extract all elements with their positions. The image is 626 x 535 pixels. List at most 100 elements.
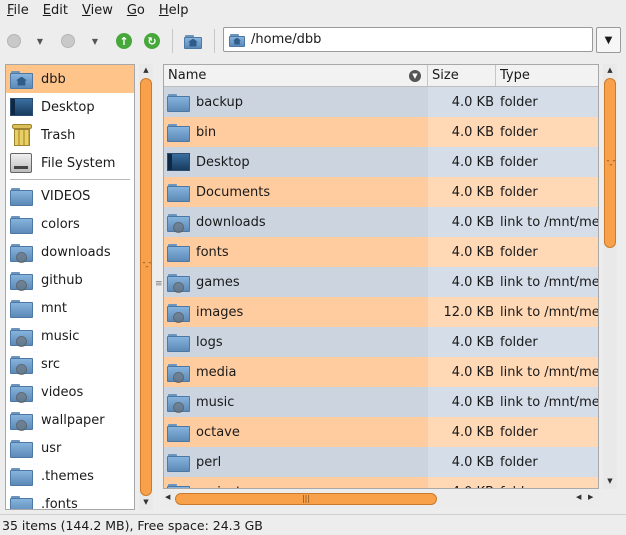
table-row[interactable]: Desktop 4.0 KB folder: [164, 147, 598, 177]
sidebar-item-dbb[interactable]: dbb: [6, 65, 134, 93]
sidebar-item-mnt[interactable]: mnt: [6, 294, 134, 322]
folder-link-icon: [10, 243, 33, 263]
menu-go[interactable]: Go: [120, 0, 152, 22]
table-row[interactable]: octave 4.0 KB folder: [164, 417, 598, 447]
back-history-button[interactable]: ▼: [34, 35, 46, 47]
reload-button[interactable]: ↻: [143, 32, 161, 50]
home-button[interactable]: [182, 31, 204, 51]
scroll-left-icon[interactable]: ◀: [165, 493, 170, 501]
menu-help-label: elp: [168, 3, 189, 18]
table-row[interactable]: images 12.0 KB link to /mnt/med: [164, 297, 598, 327]
sidebar-item-videos[interactable]: videos: [6, 378, 134, 406]
sidebar-item-label: wallpaper: [41, 412, 105, 428]
sidebar-item-file-system[interactable]: File System: [6, 149, 134, 177]
column-header-size[interactable]: Size: [428, 65, 496, 86]
scroll-up-icon[interactable]: ▲: [139, 64, 153, 76]
table-row[interactable]: games 4.0 KB link to /mnt/med: [164, 267, 598, 297]
file-list-scroll-thumb[interactable]: - - -: [604, 78, 616, 248]
sidebar-item-wallpaper[interactable]: wallpaper: [6, 406, 134, 434]
file-name: perl: [196, 454, 222, 470]
table-row[interactable]: perl 4.0 KB folder: [164, 447, 598, 477]
sidebar-item-github[interactable]: github: [6, 266, 134, 294]
sidebar-scrollbar[interactable]: ▲ - - - ▼: [139, 64, 153, 510]
file-name: octave: [196, 424, 240, 440]
forward-history-button[interactable]: ▼: [89, 35, 101, 47]
scroll-down-icon[interactable]: ▼: [139, 496, 153, 508]
location-dropdown-button[interactable]: ▼: [596, 27, 621, 53]
scroll-down-icon[interactable]: ▼: [603, 475, 617, 487]
table-row[interactable]: Documents 4.0 KB folder: [164, 177, 598, 207]
cell-size: 4.0 KB: [451, 424, 494, 440]
sidebar-bookmarks: VIDEOS colors downloads github mnt music src vi…: [6, 182, 134, 509]
sidebar-scroll-thumb[interactable]: - - -: [140, 78, 152, 496]
menu-edit[interactable]: Edit: [36, 0, 75, 22]
cell-name: projects: [164, 477, 428, 489]
cell-type: link to /mnt/med: [500, 394, 598, 410]
column-header-name[interactable]: Name ▼: [164, 65, 428, 86]
folder-body: [167, 485, 190, 488]
folder-icon: [167, 183, 190, 202]
file-rows: backup 4.0 KB folder bin 4.0 KB folder Desktop…: [164, 87, 598, 489]
cell-type: link to /mnt/med: [500, 364, 598, 380]
home-icon: [184, 34, 202, 49]
folder-link-icon: [167, 303, 190, 323]
menu-edit-mnemonic: E: [42, 3, 51, 18]
sidebar-item-dot-fonts[interactable]: .fonts: [6, 490, 134, 509]
cell-size: 4.0 KB: [451, 154, 494, 170]
sidebar-item-downloads[interactable]: downloads: [6, 238, 134, 266]
up-button[interactable]: ↑: [115, 32, 133, 50]
menu-edit-label: dit: [51, 3, 68, 18]
cell-type: folder: [500, 334, 538, 350]
table-row[interactable]: media 4.0 KB link to /mnt/med: [164, 357, 598, 387]
sidebar-item-usr[interactable]: usr: [6, 434, 134, 462]
table-row[interactable]: bin 4.0 KB folder: [164, 117, 598, 147]
sidebar-item-videos[interactable]: VIDEOS: [6, 182, 134, 210]
folder-link-icon: [10, 327, 33, 347]
table-row[interactable]: backup 4.0 KB folder: [164, 87, 598, 117]
folder-link-icon: [10, 383, 33, 403]
table-row[interactable]: logs 4.0 KB folder: [164, 327, 598, 357]
sidebar-item-colors[interactable]: colors: [6, 210, 134, 238]
sidebar-item-label: src: [41, 356, 60, 372]
forward-button[interactable]: [60, 33, 76, 49]
scroll-left-icon[interactable]: ◀: [576, 493, 581, 501]
sort-descending-icon: ▼: [409, 70, 421, 82]
scroll-up-icon[interactable]: ▲: [603, 64, 617, 76]
sidebar-item-src[interactable]: src: [6, 350, 134, 378]
forward-arrow-icon: [61, 34, 75, 48]
menu-view[interactable]: View: [75, 0, 120, 22]
sidebar-item-trash[interactable]: Trash: [6, 121, 134, 149]
reload-icon: ↻: [144, 33, 160, 49]
column-header-label: Name: [168, 68, 207, 83]
table-row[interactable]: projects 4.0 KBfolder: [164, 477, 598, 489]
location-path[interactable]: /home/dbb: [251, 32, 321, 47]
column-header-type[interactable]: Type: [496, 65, 598, 86]
cell-type: folder: [500, 424, 538, 440]
back-arrow-icon: [7, 34, 21, 48]
cell-type: folder: [500, 94, 538, 110]
table-row[interactable]: downloads 4.0 KB link to /mnt/med: [164, 207, 598, 237]
file-name: projects: [196, 485, 248, 489]
folder-icon: [167, 93, 190, 112]
up-arrow-icon: ↑: [116, 33, 132, 49]
menu-help[interactable]: Help: [152, 0, 196, 22]
sidebar-item-dot-themes[interactable]: .themes: [6, 462, 134, 490]
sidebar-item-label: colors: [41, 216, 80, 232]
cell-size: 4.0 KB: [451, 214, 494, 230]
folder-icon: [10, 299, 33, 318]
horizontal-scroll-thumb[interactable]: |||: [175, 493, 437, 505]
pane-splitter-grip[interactable]: ≡: [155, 280, 163, 289]
table-row[interactable]: music 4.0 KB link to /mnt/med: [164, 387, 598, 417]
table-row[interactable]: fonts 4.0 KB folder: [164, 237, 598, 267]
folder-body: [167, 455, 190, 472]
scroll-right-icon[interactable]: ▶: [588, 493, 593, 501]
file-list-scrollbar[interactable]: ▲ - - - ▼: [603, 64, 617, 489]
sidebar-item-music[interactable]: music: [6, 322, 134, 350]
horizontal-scrollbar[interactable]: ◀ ||| ◀ ▶: [163, 490, 599, 508]
location-bar[interactable]: /home/dbb: [223, 27, 593, 52]
sidebar-item-desktop[interactable]: Desktop: [6, 93, 134, 121]
cell-size: 4.0 KB: [451, 124, 494, 140]
menu-file[interactable]: File: [0, 0, 36, 22]
chevron-down-icon: ▼: [36, 36, 44, 46]
back-button[interactable]: [6, 33, 22, 49]
